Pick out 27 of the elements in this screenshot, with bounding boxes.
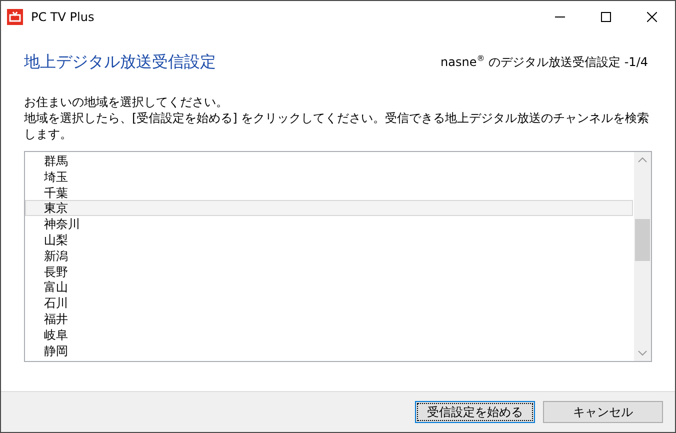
region-item[interactable]: 千葉 — [25, 184, 633, 200]
region-item[interactable]: 新潟 — [25, 248, 633, 264]
tv-logo-icon — [7, 8, 23, 24]
scrollbar[interactable] — [634, 152, 651, 361]
instruction-text: お住まいの地域を選択してください。 — [24, 94, 229, 110]
region-item[interactable]: 山梨 — [25, 232, 633, 248]
region-item[interactable]: 長野 — [25, 264, 633, 280]
region-item[interactable]: 福井 — [25, 310, 633, 327]
window-title: PC TV Plus — [31, 10, 96, 24]
region-item[interactable]: 群馬 — [25, 153, 633, 169]
close-icon[interactable] — [647, 12, 657, 22]
scroll-down-icon[interactable] — [638, 350, 647, 356]
region-item[interactable]: 神奈川 — [25, 216, 633, 232]
page-heading: 地上デジタル放送受信設定 — [24, 52, 216, 72]
region-item[interactable]: 埼玉 — [25, 168, 633, 185]
region-item[interactable]: 富山 — [25, 279, 633, 296]
region-item[interactable]: 岐阜 — [25, 326, 633, 343]
instruction-text: 地域を選択したら、[受信設定を始める] をクリックしてください。受信できる地上デジタル放送のチャンネルを検索します。 — [24, 110, 650, 142]
scroll-thumb[interactable] — [635, 219, 650, 261]
step-indicator: nasne$^{®}$ のデジタル放送受信設定 -1/4 — [440, 54, 648, 70]
region-item[interactable]: 静岡 — [25, 342, 633, 358]
region-item[interactable]: 石川 — [25, 295, 633, 311]
dialog-button[interactable]: 受信設定を始める — [415, 401, 535, 423]
dialog-button[interactable]: キャンセル — [543, 401, 663, 423]
region-item[interactable]: 東京 — [25, 200, 633, 216]
maximize-icon[interactable] — [601, 12, 611, 22]
scroll-up-icon[interactable] — [638, 157, 647, 163]
